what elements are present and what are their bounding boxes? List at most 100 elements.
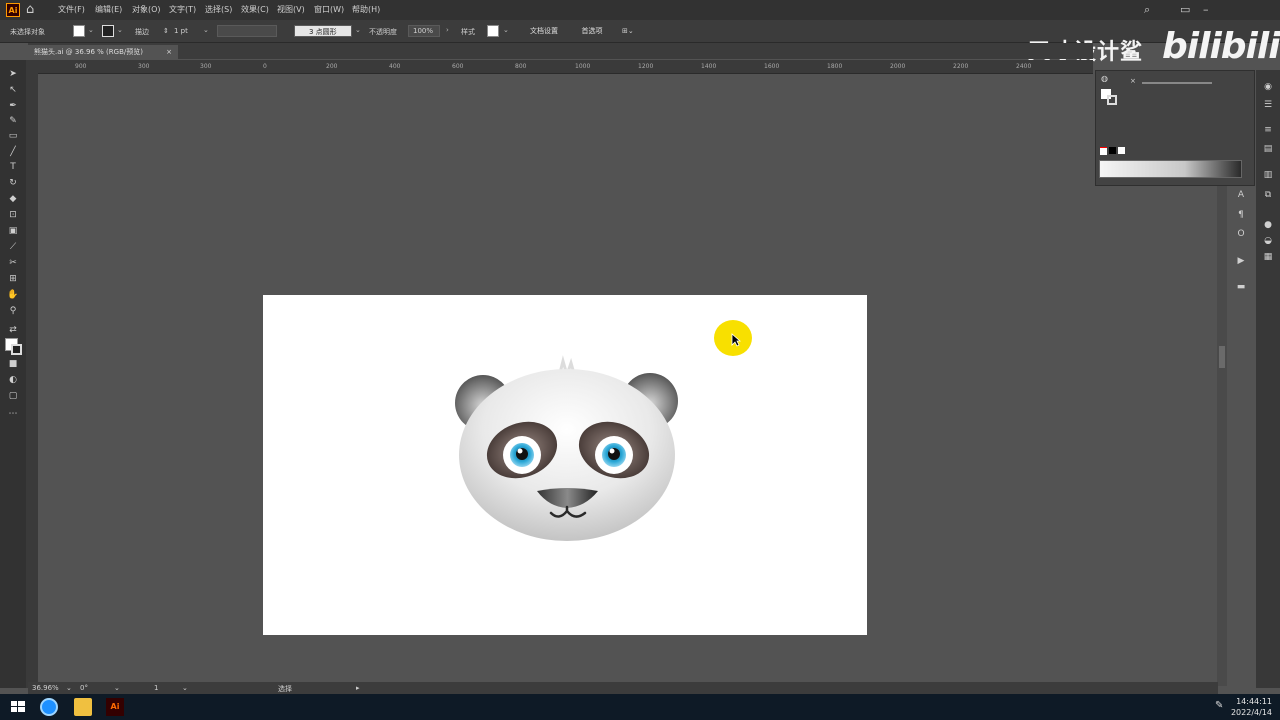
swap-colors-icon[interactable]: ⇄ bbox=[7, 324, 19, 336]
menu-edit[interactable]: 编辑(E) bbox=[95, 4, 122, 15]
symbols-icon[interactable]: ▦ bbox=[1262, 252, 1274, 262]
rotate-tool-icon[interactable]: ↻ bbox=[7, 177, 19, 189]
chevron-down-icon[interactable]: ⌄ bbox=[182, 684, 188, 692]
none-color-swatch[interactable] bbox=[1100, 147, 1107, 155]
illustrator-taskbar-icon[interactable]: Ai bbox=[106, 698, 124, 716]
chevron-down-icon[interactable]: ⌄ bbox=[114, 684, 120, 692]
chevron-right-icon[interactable]: ▸ bbox=[356, 684, 360, 692]
more-tools-icon[interactable]: ⋯ bbox=[7, 408, 19, 420]
zoom-level[interactable]: 36.96% bbox=[32, 684, 59, 692]
gradient-ramp[interactable] bbox=[1099, 160, 1242, 178]
menu-window[interactable]: 窗口(W) bbox=[314, 4, 344, 15]
menu-object[interactable]: 对象(O) bbox=[132, 4, 161, 15]
selection-tool-icon[interactable]: ➤ bbox=[7, 68, 19, 80]
pen-tool-icon[interactable]: ✒ bbox=[7, 100, 19, 112]
fill-swatch[interactable] bbox=[73, 25, 85, 37]
search-icon[interactable]: ⌕ bbox=[1144, 3, 1150, 17]
horizontal-ruler: 900 300 300 0 200 400 600 800 1000 1200 … bbox=[28, 60, 1093, 74]
chevron-down-icon[interactable]: ⌄ bbox=[203, 26, 209, 34]
arrange-icon[interactable]: ⊞⌄ bbox=[622, 27, 634, 35]
ruler-tick: 2400 bbox=[1016, 63, 1032, 70]
scroll-thumb[interactable] bbox=[1219, 346, 1225, 368]
opacity-label[interactable]: 不透明度 bbox=[369, 27, 397, 37]
comment-icon[interactable]: ▬ bbox=[1235, 282, 1247, 292]
menu-file[interactable]: 文件(F) bbox=[58, 4, 85, 15]
draw-mode-icon[interactable]: ◐ bbox=[7, 374, 19, 386]
artboards-icon[interactable]: ▤ bbox=[1262, 144, 1274, 154]
zoom-tool-icon[interactable]: ⚲ bbox=[7, 305, 19, 317]
transform-icon[interactable]: ⧉ bbox=[1262, 190, 1274, 200]
character-icon[interactable]: A bbox=[1235, 190, 1247, 200]
align-icon[interactable]: ● bbox=[1262, 220, 1274, 230]
minimize-icon[interactable]: – bbox=[1203, 3, 1209, 16]
white-color-swatch[interactable] bbox=[1118, 147, 1125, 154]
chevron-down-icon[interactable]: ⌄ bbox=[88, 26, 94, 34]
scissors-tool-icon[interactable]: ✂ bbox=[7, 257, 19, 269]
document-tab[interactable]: 熊猫头.ai @ 36.96 % (RGB/预览) × bbox=[28, 45, 178, 59]
brush-label: 3 点圆形 bbox=[309, 28, 337, 36]
system-clock[interactable]: 14:44:11 2022/4/14 bbox=[1231, 696, 1272, 718]
menu-select[interactable]: 选择(S) bbox=[205, 4, 232, 15]
curvature-tool-icon[interactable]: ✎ bbox=[7, 115, 19, 127]
menu-type[interactable]: 文字(T) bbox=[169, 4, 196, 15]
paragraph-icon[interactable]: ¶ bbox=[1235, 210, 1247, 220]
layers-icon[interactable]: ≡ bbox=[1262, 125, 1274, 135]
style-swatch[interactable] bbox=[487, 25, 499, 37]
artboard-tool-icon[interactable]: ⊞ bbox=[7, 273, 19, 285]
direct-selection-tool-icon[interactable]: ↖ bbox=[7, 84, 19, 96]
windows-start-icon[interactable] bbox=[9, 698, 27, 716]
stroke-color-swatch[interactable] bbox=[1107, 95, 1117, 105]
menu-effect[interactable]: 效果(C) bbox=[241, 4, 269, 15]
type-tool-icon[interactable]: T bbox=[7, 161, 19, 173]
chevron-down-icon[interactable]: ⌄ bbox=[66, 684, 72, 692]
style-label[interactable]: 样式 bbox=[461, 27, 475, 37]
paintbrush-tool-icon[interactable]: ╱ bbox=[7, 146, 19, 158]
chevron-down-icon[interactable]: ⌄ bbox=[355, 26, 361, 34]
home-icon[interactable]: ⌂ bbox=[26, 2, 42, 18]
stroke-color-swatch[interactable] bbox=[11, 344, 22, 355]
free-transform-tool-icon[interactable]: ⊡ bbox=[7, 209, 19, 221]
chevron-down-icon[interactable]: ⌄ bbox=[503, 26, 509, 34]
gradient-tool-icon[interactable]: ▣ bbox=[7, 225, 19, 237]
stroke-weight-stepper[interactable]: ⇕ bbox=[163, 27, 169, 35]
eyedropper-tool-icon[interactable]: ⟋ bbox=[7, 241, 19, 253]
rectangle-tool-icon[interactable]: ▭ bbox=[7, 130, 19, 142]
color-mode-icon[interactable]: ■ bbox=[7, 358, 19, 370]
screen-mode-icon[interactable]: ▢ bbox=[7, 390, 19, 402]
variable-width-field[interactable] bbox=[217, 25, 277, 37]
menu-view[interactable]: 视图(V) bbox=[277, 4, 305, 15]
panda-illustration[interactable] bbox=[263, 295, 867, 635]
browser-icon[interactable] bbox=[40, 698, 58, 716]
file-explorer-icon[interactable] bbox=[74, 698, 92, 716]
black-color-swatch[interactable] bbox=[1109, 147, 1116, 154]
eraser-tool-icon[interactable]: ◆ bbox=[7, 193, 19, 205]
hand-tool-icon[interactable]: ✋ bbox=[7, 289, 19, 301]
play-action-icon[interactable]: ▶ bbox=[1235, 256, 1247, 266]
pathfinder-icon[interactable]: ◒ bbox=[1262, 236, 1274, 246]
chevron-right-icon[interactable]: › bbox=[446, 26, 449, 34]
opacity-slider[interactable] bbox=[1142, 82, 1212, 84]
close-icon[interactable]: × bbox=[166, 45, 172, 59]
properties-icon[interactable]: ◉ bbox=[1262, 82, 1274, 92]
reset-colors-icon[interactable]: ◍ bbox=[1101, 74, 1108, 83]
libraries-icon[interactable]: ☰ bbox=[1262, 100, 1274, 110]
menu-help[interactable]: 帮助(H) bbox=[352, 4, 380, 15]
document-tab-title: 熊猫头.ai @ 36.96 % (RGB/预览) bbox=[34, 48, 143, 56]
rotation-value[interactable]: 0° bbox=[80, 684, 88, 692]
stroke-label[interactable]: 描边 bbox=[135, 27, 149, 37]
document-setup-button[interactable]: 文档设置 bbox=[523, 25, 565, 37]
workspace-icon[interactable]: ▭ bbox=[1180, 3, 1190, 16]
stroke-swatch[interactable] bbox=[102, 25, 114, 37]
current-tool-label: 选择 bbox=[278, 685, 292, 693]
ruler-tick: 300 bbox=[200, 63, 212, 70]
chevron-down-icon[interactable]: ⌄ bbox=[117, 26, 123, 34]
stroke-weight-value[interactable]: 1 pt bbox=[174, 27, 188, 35]
artboard-number[interactable]: 1 bbox=[154, 684, 158, 692]
artboard[interactable] bbox=[263, 295, 867, 635]
opentype-icon[interactable]: O bbox=[1235, 229, 1247, 239]
vertical-scrollbar[interactable] bbox=[1217, 186, 1227, 686]
close-icon[interactable]: × bbox=[1130, 77, 1136, 85]
pen-input-icon[interactable]: ✎ bbox=[1215, 700, 1223, 711]
preferences-button[interactable]: 首选项 bbox=[574, 25, 610, 37]
appearance-icon[interactable]: ▥ bbox=[1262, 170, 1274, 180]
